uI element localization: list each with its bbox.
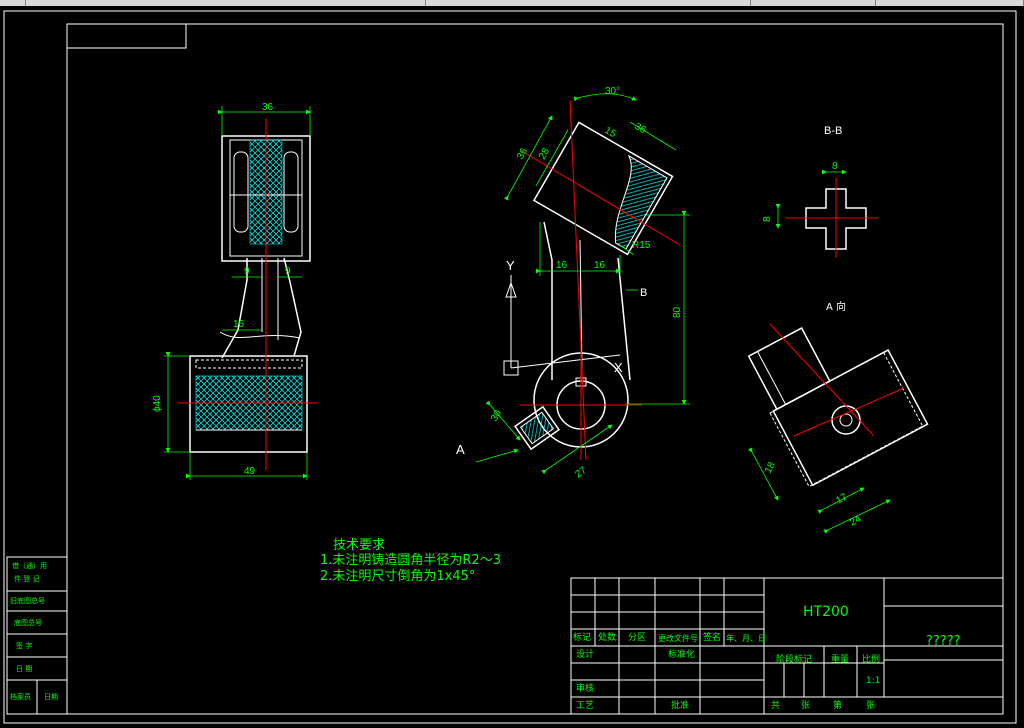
tb-scale: 1:1 — [866, 676, 881, 686]
material-label: HT200 — [803, 604, 849, 620]
side-strip-item: 借（通）用 — [12, 562, 47, 570]
bb-dim-height: 8 — [762, 216, 773, 222]
tb-approve: 批准 — [671, 701, 690, 711]
dim-27: 27 — [573, 465, 589, 481]
dim-top-width: 36 — [262, 102, 274, 113]
dim-base-width: 49 — [244, 466, 256, 477]
cad-drawing-canvas[interactable]: 36 9 9 16 ϕ40 49 30° 15 36 36 28 R15 16 … — [0, 6, 1024, 728]
view-a-arrow-label: A — [456, 442, 465, 457]
tb-signature: 签名 — [703, 633, 722, 643]
axis-x-label: X — [614, 360, 623, 375]
tb-count: 处数 — [598, 633, 617, 643]
tb-stage-mark: 阶段标记 — [776, 655, 813, 665]
tb-sheets: 张 — [801, 701, 811, 711]
side-view: 30° 15 36 36 28 R15 16 16 80 30 27 Y X B… — [456, 86, 690, 480]
dim-16-right: 16 — [594, 260, 606, 271]
tb-review: 审核 — [576, 684, 595, 694]
tb-process: 工艺 — [576, 701, 595, 711]
dim-r15: R15 — [632, 240, 651, 251]
view-a-dim-17: 17 — [834, 492, 849, 507]
tech-req-item-1: 1.未注明铸造圆角半径为R2～3 — [320, 553, 501, 568]
drawing-name: ????? — [926, 634, 961, 649]
tb-sheet: 张 — [866, 701, 876, 711]
section-bb: 8 8 B-B — [762, 125, 878, 258]
dim-16-left: 16 — [556, 260, 568, 271]
dim-neck-left: 9 — [244, 266, 250, 277]
dim-80: 80 — [672, 306, 683, 318]
dim-30: 30 — [489, 408, 504, 424]
dim-36-top: 36 — [633, 121, 649, 136]
tech-req-heading: 技术要求 — [333, 538, 386, 553]
side-strip-item: 日 期 — [16, 665, 33, 673]
tb-standardize: 标准化 — [668, 650, 696, 660]
tech-req-item-2: 2.未注明尺寸倒角为1x45° — [320, 569, 476, 584]
front-view: 36 9 9 16 ϕ40 49 — [152, 102, 318, 480]
side-strip-item: 件 登 记 — [14, 575, 40, 583]
view-a-title: A 向 — [826, 300, 846, 313]
tb-mark: 标记 — [573, 633, 592, 643]
view-a-dim-18: 18 — [763, 460, 778, 475]
sheet-border — [3, 10, 1017, 724]
tb-date: 年、月、日 — [726, 634, 766, 643]
dim-rib: 16 — [233, 319, 245, 330]
side-strip-item: 档案员 — [10, 693, 31, 701]
dim-angle: 30° — [605, 86, 620, 97]
bb-dim-width: 8 — [832, 161, 838, 172]
tb-weight: 重量 — [831, 655, 850, 665]
tb-ratio: 比例 — [862, 655, 881, 665]
tb-total: 共 — [771, 701, 781, 711]
dim-diameter: ϕ40 — [152, 395, 163, 412]
view-a-dim-24: 24 — [848, 514, 863, 529]
tb-sheet-no: 第 — [833, 701, 843, 711]
tb-design: 设计 — [576, 650, 595, 660]
section-b-label: B — [640, 287, 647, 299]
tb-zone: 分区 — [628, 633, 647, 643]
dim-neck-right: 9 — [285, 266, 291, 277]
tb-change-doc: 更改文件号 — [658, 634, 698, 643]
side-strip-item: 签 字 — [16, 642, 33, 650]
axis-y-label: Y — [506, 258, 515, 273]
side-strip-item: 旧底图总号 — [10, 597, 45, 605]
section-bb-title: B-B — [824, 125, 842, 137]
dim-28: 28 — [537, 146, 552, 162]
side-strip-item: 底图总号 — [14, 619, 42, 627]
side-strip-item: 日期 — [44, 693, 58, 701]
view-a: 18 17 24 A 向 — [747, 300, 929, 534]
